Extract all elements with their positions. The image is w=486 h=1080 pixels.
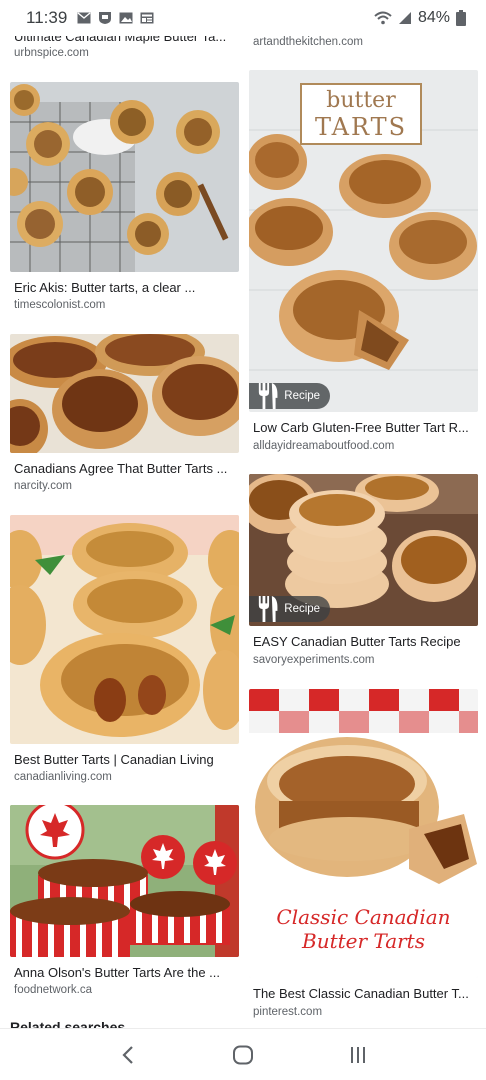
recents-icon: [351, 1046, 366, 1063]
result-title[interactable]: EASY Canadian Butter Tarts Recipe: [253, 634, 479, 650]
result-source: urbnspice.com: [14, 47, 89, 59]
notification-icons: [77, 12, 154, 24]
butter-tarts-plate-image: [10, 515, 239, 744]
nfl-icon: [99, 12, 112, 24]
result-thumbnail[interactable]: [10, 515, 239, 744]
status-right: 84%: [374, 9, 466, 27]
result-title[interactable]: Canadians Agree That Butter Tarts ...: [14, 461, 240, 477]
utensils-icon: [258, 596, 278, 622]
result-thumbnail[interactable]: butter TARTS Recipe: [249, 70, 478, 412]
system-nav-bar: [0, 1028, 486, 1080]
butter-tarts-sign: butter TARTS: [314, 88, 408, 141]
maple-leaf-tarts-image: [10, 805, 239, 957]
result-source: pinterest.com: [253, 1006, 323, 1018]
result-source: savoryexperiments.com: [253, 654, 375, 666]
image-results-grid: Ultimate Canadian Maple Butter Ta... urb…: [0, 0, 486, 1028]
result-source: alldayidreamaboutfood.com: [253, 440, 395, 452]
result-title[interactable]: The Best Classic Canadian Butter T...: [253, 986, 479, 1002]
result-thumbnail[interactable]: Classic Canadian Butter Tarts: [249, 689, 478, 978]
status-time: 11:39: [26, 8, 68, 27]
result-thumbnail[interactable]: [10, 805, 239, 957]
butter-tarts-rack-image: [10, 82, 239, 272]
home-icon: [232, 1045, 253, 1064]
recents-button[interactable]: [338, 1035, 378, 1075]
result-title[interactable]: Best Butter Tarts | Canadian Living: [14, 752, 240, 768]
recipe-badge: Recipe: [249, 596, 331, 622]
result-thumbnail[interactable]: [10, 334, 239, 453]
home-button[interactable]: [223, 1035, 263, 1075]
result-source: canadianliving.com: [14, 771, 112, 783]
pecan-tarts-image: [10, 334, 239, 453]
status-bar: 11:39 84%: [0, 0, 486, 36]
back-button[interactable]: [108, 1035, 148, 1075]
battery-icon: [456, 10, 466, 26]
signal-icon: [398, 12, 411, 24]
result-title[interactable]: Anna Olson's Butter Tarts Are the ...: [14, 965, 240, 981]
result-title[interactable]: Low Carb Gluten-Free Butter Tart R...: [253, 420, 479, 436]
result-thumbnail[interactable]: [10, 82, 239, 272]
result-thumbnail[interactable]: Recipe: [249, 474, 478, 626]
recipe-badge: Recipe: [249, 383, 331, 409]
result-title[interactable]: Eric Akis: Butter tarts, a clear ...: [14, 280, 240, 296]
result-source: timescolonist.com: [14, 299, 106, 311]
back-icon: [122, 1045, 133, 1064]
news-icon: [140, 12, 154, 24]
related-searches-heading: Related searches: [10, 1019, 126, 1028]
battery-percent: 84%: [417, 9, 450, 26]
classic-butter-tarts-caption: Classic Canadian Butter Tarts: [276, 905, 451, 953]
gmail-icon: [77, 12, 91, 24]
utensils-icon: [258, 383, 278, 409]
gallery-icon: [119, 12, 133, 24]
result-source: artandthekitchen.com: [253, 36, 363, 48]
wifi-icon: [374, 11, 392, 25]
result-source: foodnetwork.ca: [14, 984, 92, 996]
result-source: narcity.com: [14, 480, 72, 492]
